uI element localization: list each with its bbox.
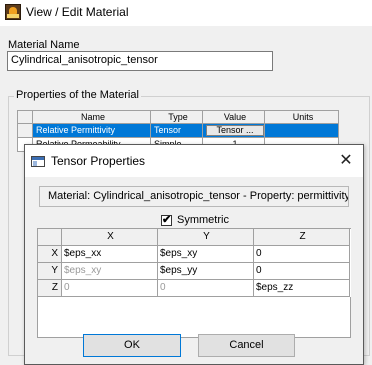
- table-row[interactable]: Relative Permittivity Tensor Tensor ...: [17, 124, 339, 138]
- row-header-z: Z: [38, 280, 62, 297]
- tensor-cell-yz[interactable]: 0: [254, 263, 350, 280]
- grid-corner: [38, 229, 62, 246]
- material-name-label: Material Name: [8, 39, 80, 51]
- property-type-cell[interactable]: Tensor: [151, 124, 203, 138]
- tensor-properties-dialog: Tensor Properties ✕ Material: Cylindrica…: [24, 144, 364, 365]
- row-header-y: Y: [38, 263, 62, 280]
- tensor-cell-yy[interactable]: $eps_yy: [158, 263, 254, 280]
- tensor-cell-xz[interactable]: 0: [254, 246, 350, 263]
- column-header-name[interactable]: Name: [33, 110, 151, 124]
- column-header-type[interactable]: Type: [151, 110, 203, 124]
- window-title: View / Edit Material: [26, 5, 129, 19]
- row-header-x: X: [38, 246, 62, 263]
- column-header-value[interactable]: Value: [203, 110, 265, 124]
- tensor-cell-zx: 0: [62, 280, 158, 297]
- check-icon: ✔: [162, 213, 172, 226]
- cancel-button[interactable]: Cancel: [198, 334, 295, 357]
- ok-button[interactable]: OK: [83, 334, 181, 357]
- material-property-info: Material: Cylindrical_anisotropic_tensor…: [39, 186, 349, 207]
- tensor-cell-xx[interactable]: $eps_xx: [62, 246, 158, 263]
- row-indicator[interactable]: [17, 124, 33, 138]
- symmetric-checkbox[interactable]: ✔: [161, 213, 172, 226]
- column-header-x: X: [62, 229, 158, 246]
- property-value-cell[interactable]: Tensor ...: [203, 124, 265, 138]
- header-indicator: [17, 110, 33, 124]
- tensor-row-y: Y $eps_xy $eps_yy 0: [38, 263, 351, 280]
- tensor-cell-zz[interactable]: $eps_zz: [254, 280, 350, 297]
- symmetric-checkbox-row[interactable]: ✔ Symmetric: [161, 213, 229, 227]
- app-logo-icon: [5, 4, 21, 20]
- tensor-edit-button[interactable]: Tensor ...: [206, 125, 264, 136]
- tensor-cell-xy[interactable]: $eps_xy: [158, 246, 254, 263]
- tensor-cell-yx: $eps_xy: [62, 263, 158, 280]
- column-header-units[interactable]: Units: [265, 110, 339, 124]
- property-name-cell[interactable]: Relative Permittivity: [33, 124, 151, 138]
- tensor-row-z: Z 0 0 $eps_zz: [38, 280, 351, 297]
- tensor-header-row: X Y Z: [38, 229, 351, 246]
- properties-group-label: Properties of the Material: [14, 89, 141, 101]
- column-header-z: Z: [254, 229, 350, 246]
- dialog-titlebar: Tensor Properties ✕: [25, 145, 363, 177]
- window-icon: [31, 156, 45, 167]
- property-units-cell[interactable]: [265, 124, 339, 138]
- dialog-title: Tensor Properties: [51, 154, 146, 168]
- close-icon[interactable]: ✕: [333, 149, 359, 173]
- grid-empty-area: [38, 297, 351, 338]
- tensor-grid: X Y Z X $eps_xx $eps_xy 0 Y $eps_xy $eps…: [37, 228, 351, 338]
- tensor-cell-zy: 0: [158, 280, 254, 297]
- material-name-input[interactable]: Cylindrical_anisotropic_tensor: [7, 51, 273, 71]
- window-titlebar: View / Edit Material: [0, 0, 372, 26]
- column-header-y: Y: [158, 229, 254, 246]
- tensor-row-x: X $eps_xx $eps_xy 0: [38, 246, 351, 263]
- symmetric-label[interactable]: Symmetric: [177, 214, 229, 226]
- properties-header-row: Name Type Value Units: [17, 110, 339, 124]
